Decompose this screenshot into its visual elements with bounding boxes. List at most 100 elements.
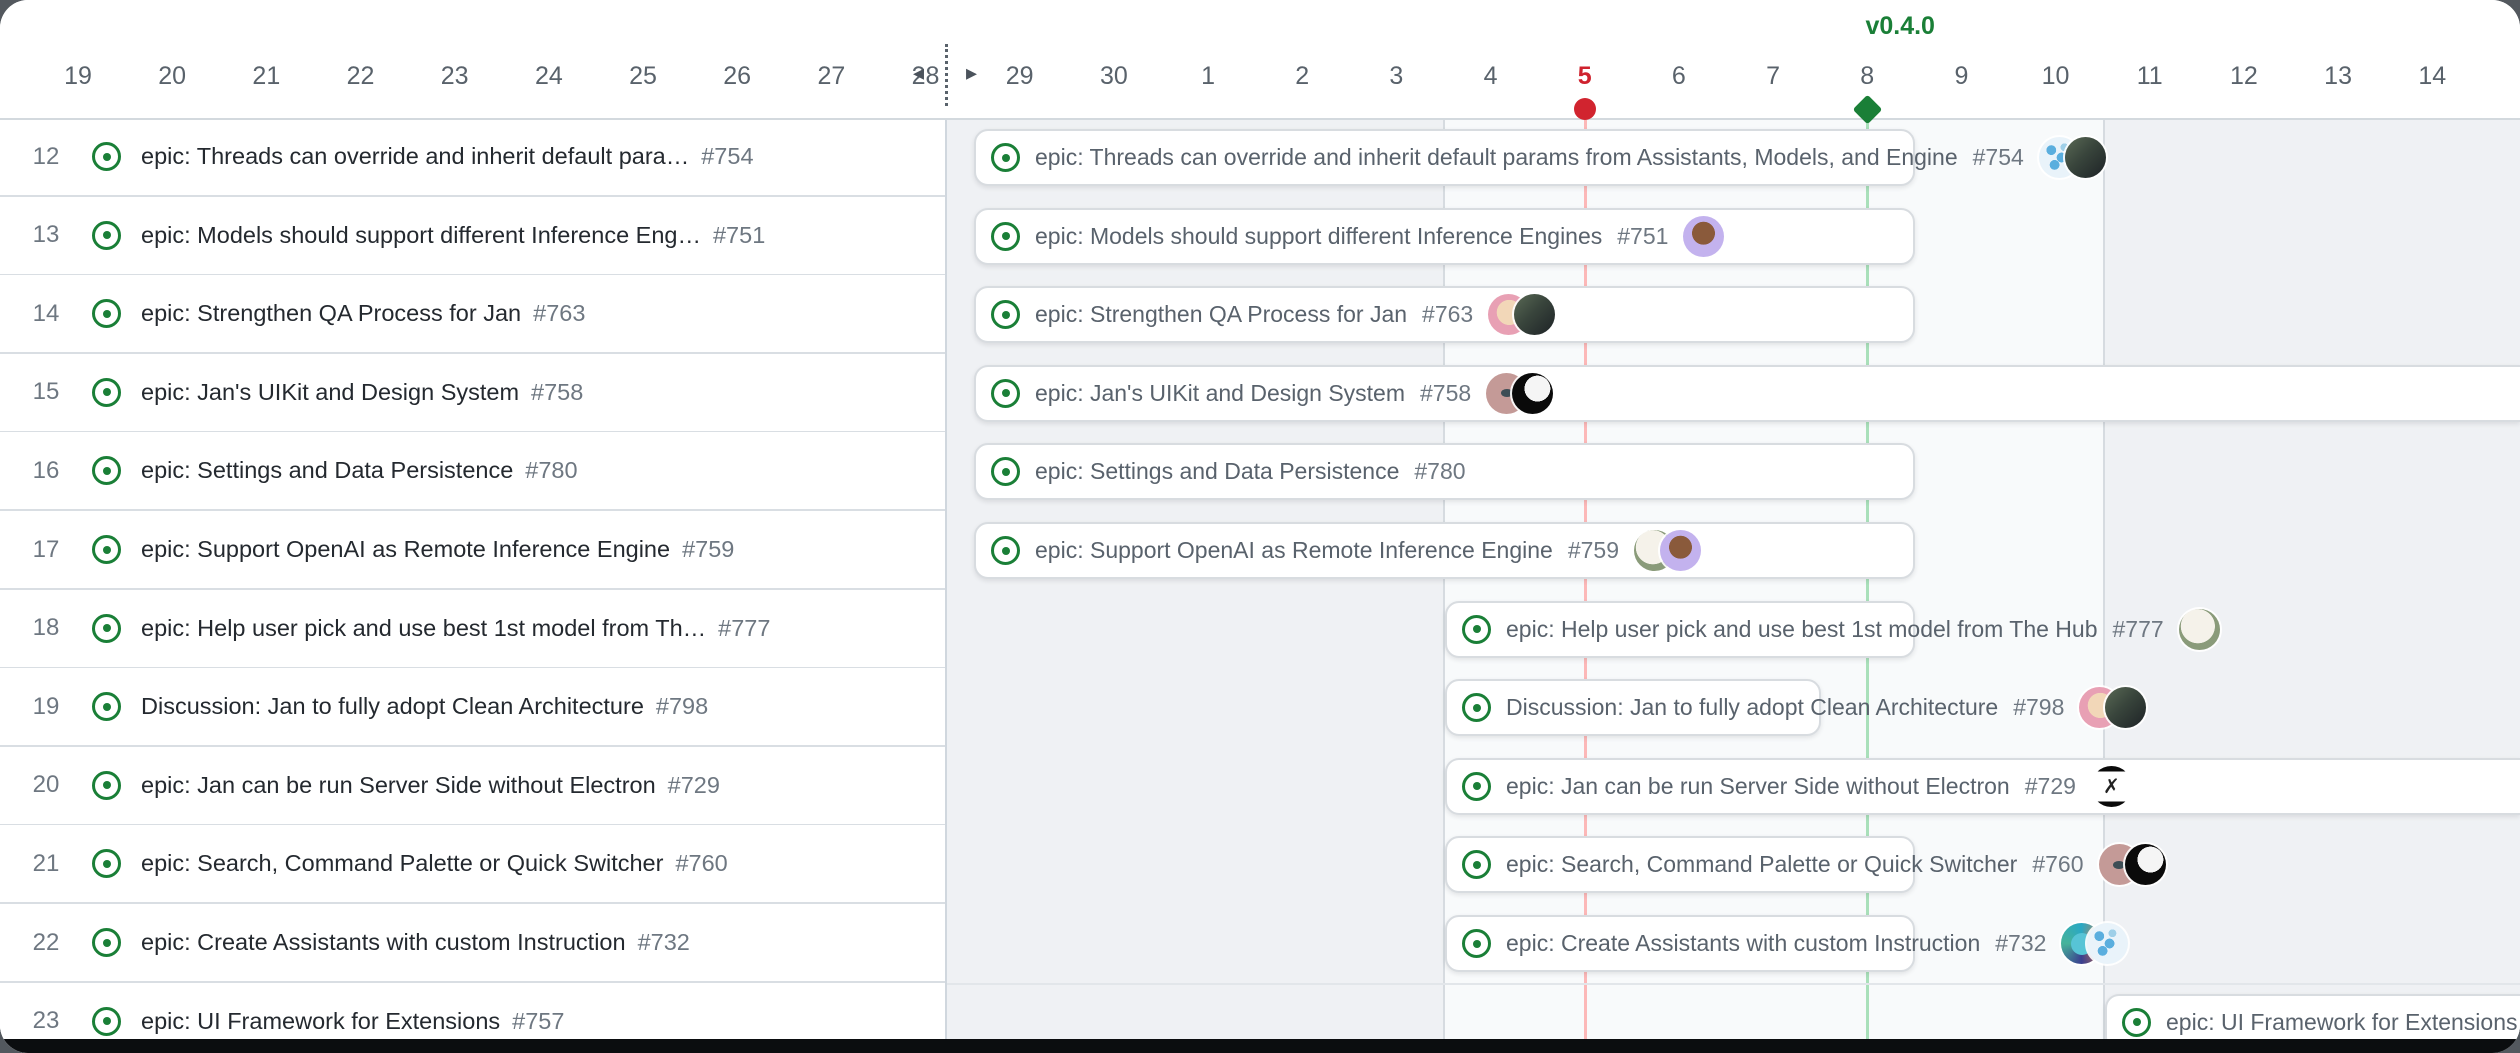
day-label-25: 25	[596, 62, 690, 91]
row-number: 13	[0, 221, 92, 249]
issue-number[interactable]: #751	[713, 222, 765, 249]
issue-number[interactable]: #780	[525, 457, 577, 484]
issue-number[interactable]: #798	[656, 693, 708, 720]
roadmap-chart-area[interactable]: epic: Threads can override and inherit d…	[945, 118, 2520, 1040]
today-marker-dot	[1574, 98, 1596, 120]
table-row[interactable]: 16 epic: Settings and Data Persistence #…	[0, 432, 945, 511]
issue-number: #754	[1973, 144, 2024, 171]
table-row[interactable]: 19 Discussion: Jan to fully adopt Clean …	[0, 668, 945, 747]
assignee-avatars[interactable]	[2099, 844, 2166, 885]
row-number: 16	[0, 457, 92, 485]
roadmap-bar-content[interactable]: epic: Models should support different In…	[974, 208, 1724, 265]
roadmap-bar-content[interactable]: epic: Search, Command Palette or Quick S…	[1445, 836, 2166, 893]
assignee-avatars[interactable]	[1683, 216, 1724, 257]
issue-title[interactable]: epic: Create Assistants with custom Inst…	[141, 929, 626, 956]
avatar-scribble-logo: ✗	[2091, 766, 2132, 807]
table-row[interactable]: 20 epic: Jan can be run Server Side with…	[0, 747, 945, 826]
assignee-avatars[interactable]	[1634, 530, 1701, 571]
issue-number[interactable]: #757	[512, 1008, 564, 1035]
open-issue-icon	[92, 299, 121, 328]
table-row[interactable]: 17 epic: Support OpenAI as Remote Infere…	[0, 511, 945, 590]
issue-number: #729	[2025, 773, 2076, 800]
assignee-avatars[interactable]: ✗	[2091, 766, 2132, 807]
issue-title[interactable]: epic: Settings and Data Persistence	[141, 457, 513, 484]
issue-title[interactable]: Discussion: Jan to fully adopt Clean Arc…	[141, 693, 644, 720]
issue-title: Discussion: Jan to fully adopt Clean Arc…	[1506, 694, 1998, 721]
open-issue-icon	[991, 300, 1020, 329]
avatar-purple-glasses	[1660, 530, 1701, 571]
avatar-jan-pixel	[2087, 923, 2128, 964]
roadmap-bar-content[interactable]: epic: Jan's UIKit and Design System #758	[974, 365, 1553, 422]
table-row[interactable]: 22 epic: Create Assistants with custom I…	[0, 904, 945, 983]
issue-title[interactable]: epic: Help user pick and use best 1st mo…	[141, 615, 706, 642]
roadmap-bar-content[interactable]: epic: Create Assistants with custom Inst…	[1445, 915, 2128, 972]
issue-number[interactable]: #732	[638, 929, 690, 956]
row-number: 23	[0, 1007, 92, 1035]
assignee-avatars[interactable]	[2179, 609, 2220, 650]
issue-title[interactable]: epic: Support OpenAI as Remote Inference…	[141, 536, 670, 563]
day-label-8: 8	[1820, 62, 1914, 91]
table-row[interactable]: 13 epic: Models should support different…	[0, 197, 945, 276]
issue-title[interactable]: epic: Search, Command Palette or Quick S…	[141, 850, 663, 877]
roadmap-bar-content[interactable]: epic: Support OpenAI as Remote Inference…	[974, 522, 1701, 579]
open-issue-icon	[1462, 850, 1491, 879]
table-row[interactable]: 15 epic: Jan's UIKit and Design System #…	[0, 354, 945, 433]
issue-title: epic: Settings and Data Persistence	[1035, 458, 1399, 485]
avatar-purple-glasses	[1683, 216, 1724, 257]
open-issue-icon	[92, 692, 121, 721]
issue-number[interactable]: #777	[718, 615, 770, 642]
issue-title[interactable]: epic: Models should support different In…	[141, 222, 701, 249]
assignee-avatars[interactable]	[2039, 137, 2106, 178]
horizontal-scrollbar[interactable]	[0, 1039, 2520, 1053]
day-label-12: 12	[2197, 62, 2291, 91]
row-number: 21	[0, 850, 92, 878]
issue-title[interactable]: epic: UI Framework for Extensions	[141, 1008, 500, 1035]
open-issue-icon	[991, 457, 1020, 486]
issue-number[interactable]: #729	[668, 772, 720, 799]
open-issue-icon	[1462, 929, 1491, 958]
milestone-diamond-icon[interactable]	[1853, 95, 1883, 125]
issue-number: #780	[1414, 458, 1465, 485]
roadmap-bar-content[interactable]: epic: Strengthen QA Process for Jan #763	[974, 286, 1555, 343]
issue-number[interactable]: #763	[533, 300, 585, 327]
assignee-avatars[interactable]	[2061, 923, 2128, 964]
issue-title: epic: Strengthen QA Process for Jan	[1035, 301, 1407, 328]
issue-title[interactable]: epic: Jan's UIKit and Design System	[141, 379, 519, 406]
roadmap-bar-content[interactable]: epic: Help user pick and use best 1st mo…	[1445, 601, 2220, 658]
roadmap-bar-content[interactable]: epic: UI Framework for Extensions #757	[2105, 994, 2520, 1040]
roadmap-bar-content[interactable]: epic: Threads can override and inherit d…	[974, 129, 2106, 186]
assignee-avatars[interactable]	[1488, 294, 1555, 335]
roadmap-bar-content[interactable]: epic: Jan can be run Server Side without…	[1445, 758, 2132, 815]
table-row[interactable]: 14 epic: Strengthen QA Process for Jan #…	[0, 275, 945, 354]
day-label-23: 23	[408, 62, 502, 91]
day-label-22: 22	[314, 62, 408, 91]
resize-arrow-left: ◂	[913, 62, 924, 84]
day-label-9: 9	[1914, 62, 2008, 91]
issue-number[interactable]: #758	[531, 379, 583, 406]
issue-number[interactable]: #754	[701, 143, 753, 170]
issue-title[interactable]: epic: Strengthen QA Process for Jan	[141, 300, 521, 327]
issue-title[interactable]: epic: Jan can be run Server Side without…	[141, 772, 656, 799]
assignee-avatars[interactable]	[1486, 373, 1553, 414]
issue-title[interactable]: epic: Threads can override and inherit d…	[141, 143, 689, 170]
issue-number: #732	[1995, 930, 2046, 957]
roadmap-bar-content[interactable]: Discussion: Jan to fully adopt Clean Arc…	[1445, 679, 2146, 736]
open-issue-icon	[1462, 693, 1491, 722]
issue-title: epic: Support OpenAI as Remote Inference…	[1035, 537, 1553, 564]
assignee-avatars[interactable]	[2079, 687, 2146, 728]
day-label-19: 19	[31, 62, 125, 91]
row-number: 22	[0, 929, 92, 957]
issue-number[interactable]: #759	[682, 536, 734, 563]
avatar-photo-dark	[2065, 137, 2106, 178]
milestone-label[interactable]: v0.4.0	[1750, 12, 2050, 41]
open-issue-icon	[1462, 615, 1491, 644]
roadmap-bar-content[interactable]: epic: Settings and Data Persistence #780	[974, 443, 1466, 500]
day-label-2: 2	[1255, 62, 1349, 91]
day-label-11: 11	[2103, 62, 2197, 91]
column-resize-handle[interactable]: ◂▸	[923, 44, 967, 106]
issue-number[interactable]: #760	[675, 850, 727, 877]
table-row[interactable]: 21 epic: Search, Command Palette or Quic…	[0, 825, 945, 904]
table-row[interactable]: 18 epic: Help user pick and use best 1st…	[0, 590, 945, 669]
table-row[interactable]: 12 epic: Threads can override and inheri…	[0, 118, 945, 197]
open-issue-icon	[92, 1007, 121, 1036]
